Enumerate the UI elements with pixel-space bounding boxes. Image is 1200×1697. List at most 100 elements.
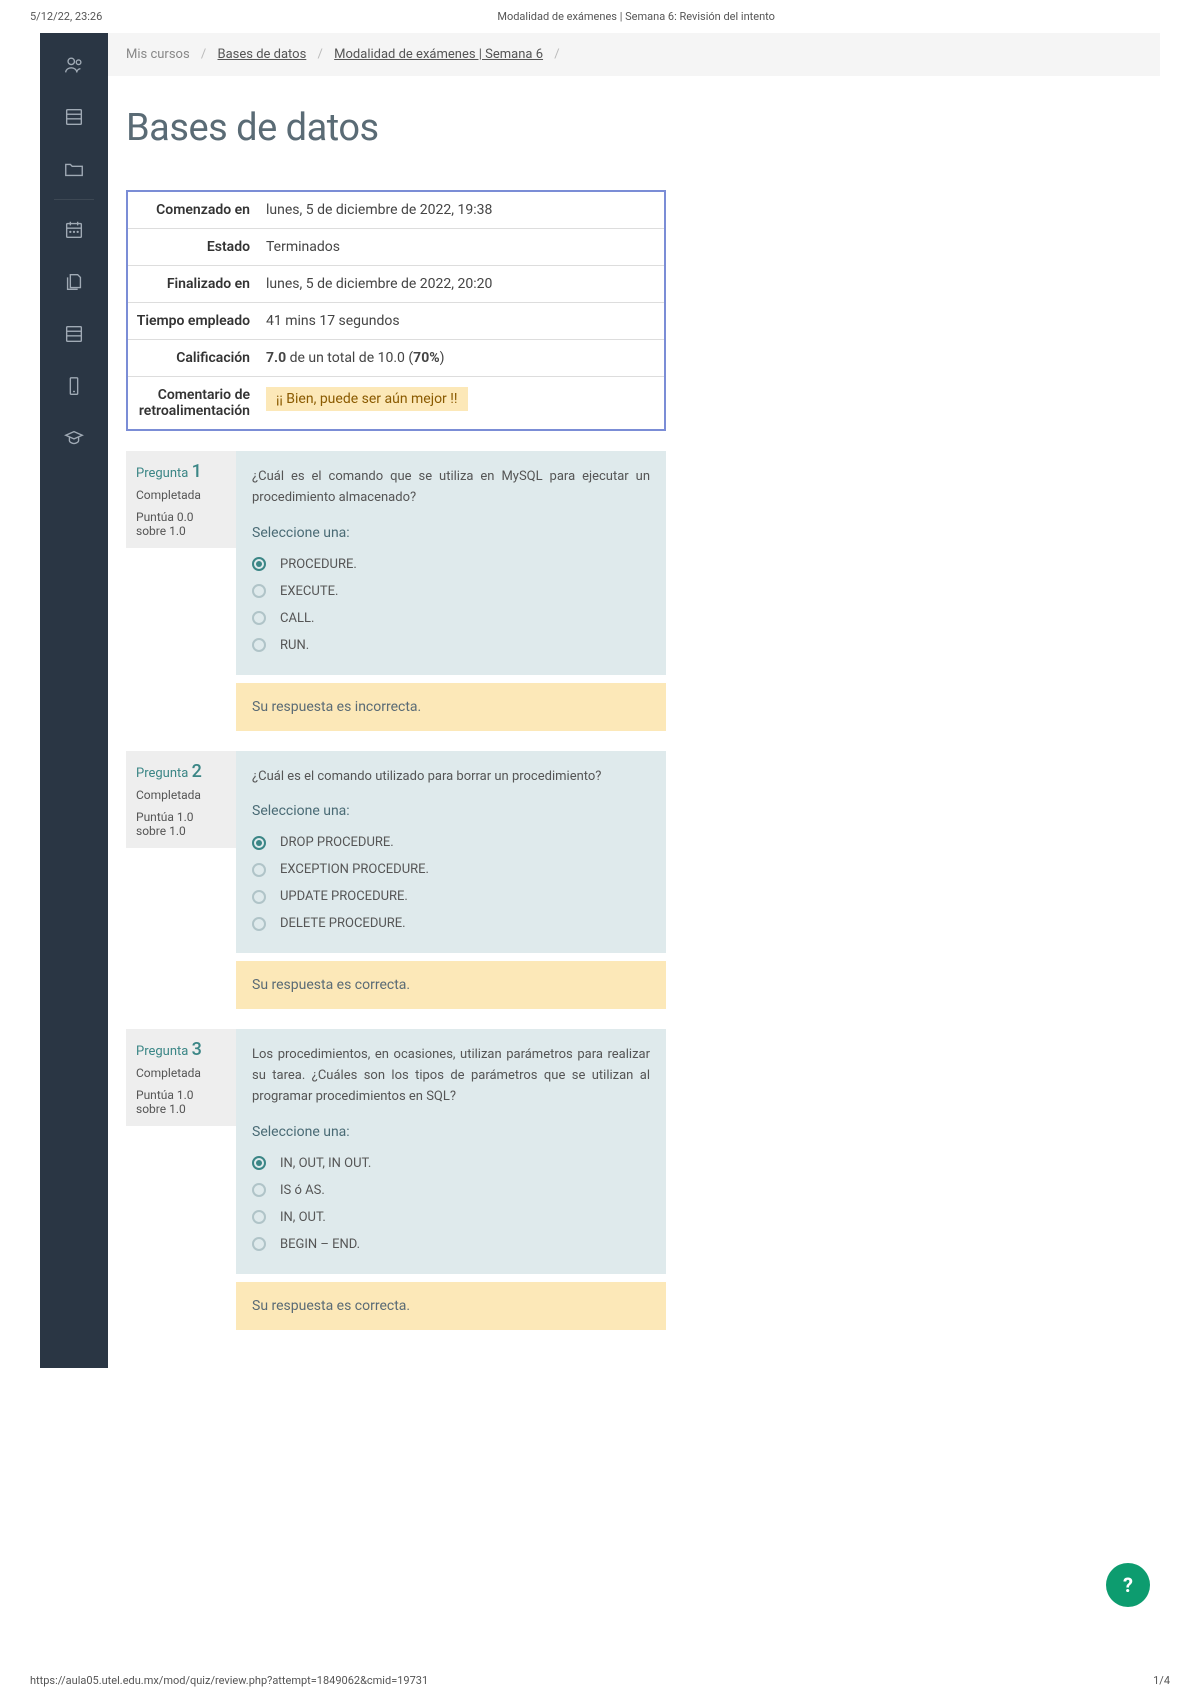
mobile-icon[interactable] [62,374,86,398]
radio-icon[interactable] [252,1237,266,1251]
answer-text: PROCEDURE. [280,557,357,572]
answer-option[interactable]: BEGIN – END. [252,1231,650,1258]
answer-option[interactable]: EXECUTE. [252,578,650,605]
summary-value-state: Terminados [258,229,664,265]
breadcrumb-course[interactable]: Bases de datos [218,47,307,62]
answer-option[interactable]: EXCEPTION PROCEDURE. [252,856,650,883]
breadcrumb: Mis cursos / Bases de datos / Modalidad … [108,33,1160,76]
summary-value-time: 41 mins 17 segundos [258,303,664,339]
print-footer-page: 1/4 [1153,1674,1170,1687]
summary-label-started: Comenzado en [128,192,258,228]
print-footer: https://aula05.utel.edu.mx/mod/quiz/revi… [0,1664,1200,1697]
question-body: Los procedimientos, en ocasiones, utiliz… [236,1029,666,1329]
answer-option[interactable]: PROCEDURE. [252,551,650,578]
radio-icon[interactable] [252,1210,266,1224]
question-text: ¿Cuál es el comando que se utiliza en My… [252,467,650,509]
question-feedback: Su respuesta es incorrecta. [236,683,666,731]
answer-option[interactable]: RUN. [252,632,650,659]
question-feedback: Su respuesta es correcta. [236,961,666,1009]
answer-text: IN, OUT. [280,1210,326,1225]
question-state: Completada [136,488,226,502]
print-doc-title: Modalidad de exámenes | Semana 6: Revisi… [497,10,775,23]
radio-icon[interactable] [252,890,266,904]
question-content: ¿Cuál es el comando que se utiliza en My… [236,451,666,675]
answer-text: IN, OUT, IN OUT. [280,1156,371,1171]
radio-icon[interactable] [252,557,266,571]
question-state: Completada [136,1066,226,1080]
answer-text: DROP PROCEDURE. [280,835,394,850]
question-body: ¿Cuál es el comando utilizado para borra… [236,751,666,1010]
answer-text: DELETE PROCEDURE. [280,916,406,931]
summary-label-state: Estado [128,229,258,265]
feedback-chip: ¡¡ Bien, puede ser aún mejor !! [266,387,468,411]
question-text: Los procedimientos, en ocasiones, utiliz… [252,1045,650,1107]
print-timestamp: 5/12/22, 23:26 [30,10,102,23]
radio-icon[interactable] [252,917,266,931]
radio-icon[interactable] [252,1183,266,1197]
question-prompt: Seleccione una: [252,1124,650,1140]
main-content: Mis cursos / Bases de datos / Modalidad … [108,33,1160,1368]
breadcrumb-sep: / [201,47,206,62]
grade-pct: 70% [413,350,439,366]
summary-label-completed: Finalizado en [128,266,258,302]
sidebar-nav [40,33,108,1368]
graduation-icon[interactable] [62,426,86,450]
summary-value-feedback: ¡¡ Bien, puede ser aún mejor !! [258,377,664,429]
question-label: Pregunta [136,766,192,781]
files-icon[interactable] [62,270,86,294]
summary-label-grade: Calificación [128,340,258,376]
question-text: ¿Cuál es el comando utilizado para borra… [252,767,650,788]
breadcrumb-sep: / [554,47,559,62]
print-header: 5/12/22, 23:26 Modalidad de exámenes | S… [0,0,1200,33]
question-content: Los procedimientos, en ocasiones, utiliz… [236,1029,666,1273]
book2-icon[interactable] [62,322,86,346]
question-info: Pregunta 2 Completada Puntúa 1.0 sobre 1.0 [126,751,236,848]
answer-text: CALL. [280,611,314,626]
answer-option[interactable]: IN, OUT, IN OUT. [252,1150,650,1177]
answer-option[interactable]: UPDATE PROCEDURE. [252,883,650,910]
question-label: Pregunta [136,466,192,481]
radio-icon[interactable] [252,1156,266,1170]
answer-text: BEGIN – END. [280,1237,360,1252]
users-icon[interactable] [62,53,86,77]
radio-icon[interactable] [252,863,266,877]
question-block: Pregunta 3 Completada Puntúa 1.0 sobre 1.0… [126,1029,666,1329]
folder-icon[interactable] [62,157,86,181]
question-grade: Puntúa 1.0 sobre 1.0 [136,810,226,838]
question-grade: Puntúa 1.0 sobre 1.0 [136,1088,226,1116]
attempt-summary: Comenzado en lunes, 5 de diciembre de 20… [126,190,666,431]
breadcrumb-item[interactable]: Modalidad de exámenes | Semana 6 [334,47,543,62]
book-icon[interactable] [62,105,86,129]
page-title: Bases de datos [126,106,1142,150]
answer-option[interactable]: IS ó AS. [252,1177,650,1204]
question-number: 1 [192,461,202,482]
radio-icon[interactable] [252,584,266,598]
question-state: Completada [136,788,226,802]
summary-value-grade: 7.0 de un total de 10.0 (70%) [258,340,664,376]
question-block: Pregunta 1CompletadaPuntúa 0.0 sobre 1.0… [126,451,666,731]
answer-text: EXECUTE. [280,584,338,599]
answer-option[interactable]: DROP PROCEDURE. [252,829,650,856]
answer-text: UPDATE PROCEDURE. [280,889,408,904]
calendar-icon[interactable] [62,218,86,242]
question-number: 2 [192,761,202,782]
question-content: ¿Cuál es el comando utilizado para borra… [236,751,666,954]
answer-option[interactable]: IN, OUT. [252,1204,650,1231]
radio-icon[interactable] [252,611,266,625]
question-number: 3 [192,1039,202,1060]
radio-icon[interactable] [252,638,266,652]
answer-option[interactable]: DELETE PROCEDURE. [252,910,650,937]
help-fab[interactable]: ? [1106,1563,1150,1607]
sidebar-divider [54,199,94,200]
question-feedback: Su respuesta es correcta. [236,1282,666,1330]
question-block: Pregunta 2 Completada Puntúa 1.0 sobre 1.0… [126,751,666,1010]
grade-score: 7.0 [266,350,286,366]
answer-option[interactable]: CALL. [252,605,650,632]
answer-text: EXCEPTION PROCEDURE. [280,862,429,877]
print-footer-url: https://aula05.utel.edu.mx/mod/quiz/revi… [30,1674,428,1687]
summary-label-feedback: Comentario de retroalimentación [128,377,258,429]
question-label: Pregunta [136,1044,192,1059]
question-body: ¿Cuál es el comando que se utiliza en My… [236,451,666,731]
answer-text: IS ó AS. [280,1183,325,1198]
radio-icon[interactable] [252,836,266,850]
